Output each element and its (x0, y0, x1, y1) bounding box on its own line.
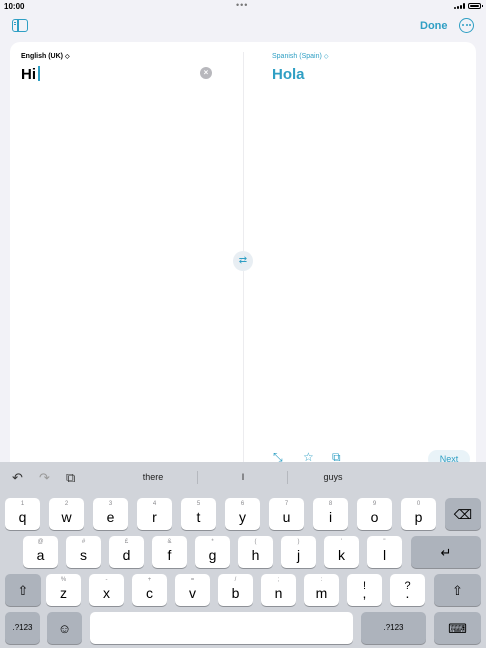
suggestion-bar: ↶ ↷ ⧉ there I guys (0, 462, 486, 492)
key-p[interactable]: 0p (401, 498, 436, 530)
key-b[interactable]: / b (218, 574, 253, 606)
return-key[interactable]: ↵ (411, 536, 481, 568)
key-u[interactable]: 7u (269, 498, 304, 530)
chevron-updown-icon: ◇ (323, 54, 329, 60)
text-cursor (38, 66, 40, 81)
key-x[interactable]: -x (89, 574, 124, 606)
suggestion-separator (197, 471, 198, 484)
key-d[interactable]: £ d (109, 536, 144, 568)
numbers-key-left[interactable]: .?123 (5, 612, 40, 644)
source-language-label: English (UK) (21, 53, 63, 60)
shift-left-key[interactable]: ⇧ (5, 574, 41, 606)
key-e[interactable]: 3e (93, 498, 128, 530)
keyboard-icon: ⌨ (448, 621, 467, 636)
chevron-updown-icon: ◇ (65, 54, 70, 60)
key-k[interactable]: ' k (324, 536, 359, 568)
translation-card: English (UK) ◇ Hi × Spanish (Spain) ◇ Hola… (10, 42, 476, 467)
signal-icon (454, 3, 466, 9)
battery-icon (468, 3, 483, 9)
key-n[interactable]: ; n (261, 574, 296, 606)
key-g[interactable]: * g (195, 536, 230, 568)
sidebar-toggle-icon[interactable] (12, 19, 28, 32)
redo-icon[interactable]: ↷ (39, 470, 50, 486)
done-button[interactable]: Done (420, 20, 448, 32)
suggestion-separator (287, 471, 288, 484)
hide-keyboard-key[interactable]: ⌨ (434, 612, 481, 644)
swap-languages-icon[interactable]: ⇄ (233, 251, 253, 271)
emoji-key[interactable]: ☺ (47, 612, 82, 644)
space-key[interactable] (90, 612, 353, 644)
key-y[interactable]: 6y (225, 498, 260, 530)
delete-icon: ⌫ (453, 507, 473, 522)
shift-right-key[interactable]: ⇧ (434, 574, 481, 606)
source-text: Hi (21, 66, 36, 83)
key-comma[interactable]: !, (347, 574, 382, 606)
multitasking-dots[interactable]: ••• (236, 0, 248, 10)
key-h[interactable]: (h (238, 536, 273, 568)
key-j[interactable]: ) j (281, 536, 316, 568)
clear-icon[interactable]: × (200, 67, 212, 79)
status-time: 10:00 (4, 2, 25, 11)
suggestion-1[interactable]: there (109, 472, 197, 482)
key-a[interactable]: @ a (23, 536, 58, 568)
status-bar: 10:00 ••• (0, 0, 486, 14)
shift-icon: ⇧ (17, 583, 29, 598)
key-l[interactable]: " l (367, 536, 402, 568)
emoji-icon: ☺ (57, 621, 72, 636)
key-s[interactable]: # s (66, 536, 101, 568)
shift-icon: ⇧ (452, 583, 463, 598)
source-text-input[interactable]: Hi (21, 66, 40, 83)
key-c[interactable]: + c (132, 574, 167, 606)
target-language-label: Spanish (Spain) (272, 53, 322, 60)
key-period[interactable]: ?. (390, 574, 425, 606)
source-language-selector[interactable]: English (UK) ◇ (21, 53, 70, 60)
key-w[interactable]: 2w (49, 498, 84, 530)
return-icon: ↵ (440, 545, 452, 560)
undo-icon[interactable]: ↶ (12, 470, 23, 486)
key-z[interactable]: % z (46, 574, 81, 606)
key-q[interactable]: 1q (5, 498, 40, 530)
target-language-selector[interactable]: Spanish (Spain) ◇ (272, 53, 328, 60)
translated-text: Hola (272, 66, 305, 83)
key-i[interactable]: 8i (313, 498, 348, 530)
key-v[interactable]: = v (175, 574, 210, 606)
key-m[interactable]: :m (304, 574, 339, 606)
key-r[interactable]: 4r (137, 498, 172, 530)
suggestion-3[interactable]: guys (289, 472, 377, 482)
paste-icon[interactable]: ⧉ (66, 470, 75, 486)
key-t[interactable]: 5t (181, 498, 216, 530)
more-options-icon[interactable] (459, 18, 474, 33)
key-o[interactable]: 9o (357, 498, 392, 530)
keyboard: ↶ ↷ ⧉ there I guys 1q 2w 3e 4r 5t 6y 7u … (0, 462, 486, 648)
delete-key[interactable]: ⌫ (445, 498, 481, 530)
numbers-key-right[interactable]: .?123 (361, 612, 426, 644)
key-f[interactable]: & f (152, 536, 187, 568)
suggestion-2[interactable]: I (199, 472, 287, 482)
